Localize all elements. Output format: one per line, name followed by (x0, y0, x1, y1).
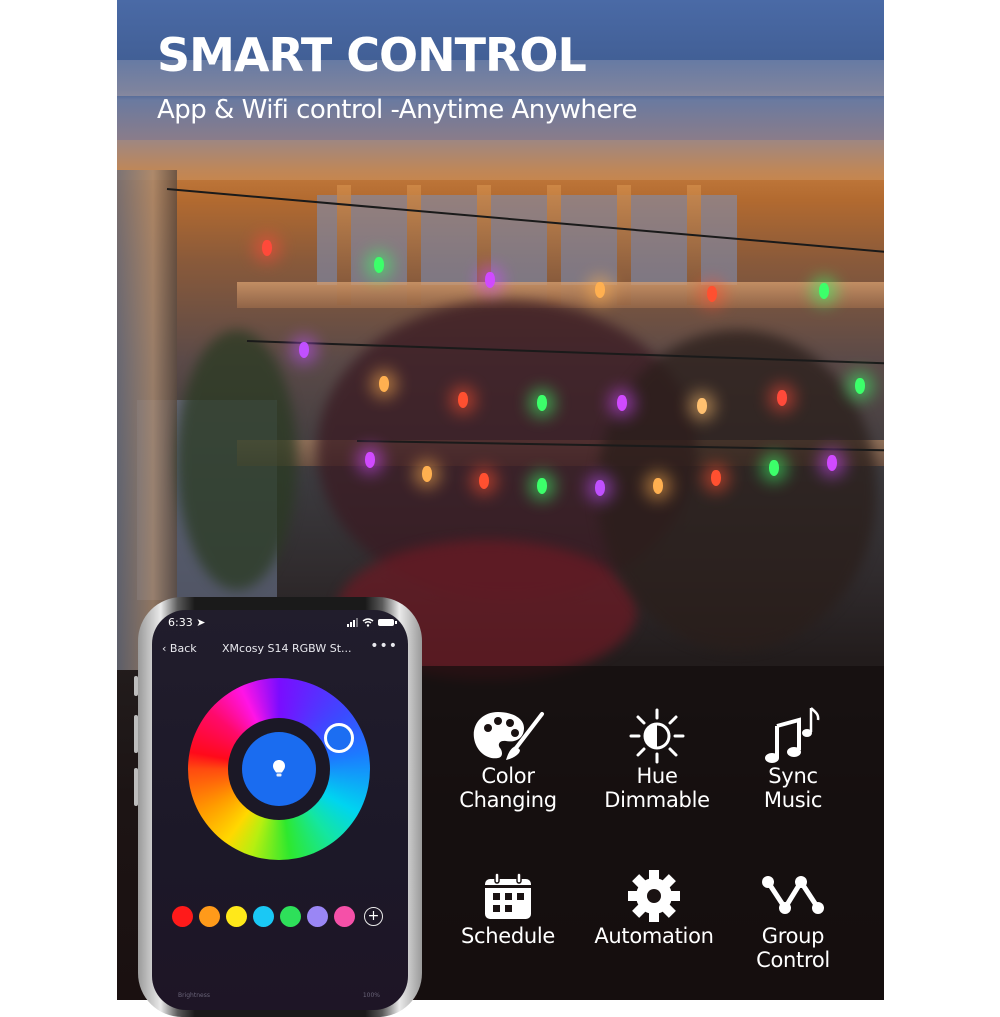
string-light-bulb (262, 240, 272, 256)
subheadline: App & Wifi control -Anytime Anywhere (157, 95, 637, 125)
palette-icon (473, 712, 544, 760)
color-swatch-yellow[interactable] (226, 906, 247, 927)
app-nav-bar: ‹ Back XMcosy S14 RGBW St... ••• (160, 638, 398, 660)
color-swatch-green[interactable] (280, 906, 301, 927)
color-swatch-red[interactable] (172, 906, 193, 927)
foliage (597, 330, 877, 650)
feature-sync-music: Sync Music (718, 707, 868, 812)
calendar-icon (485, 872, 531, 919)
string-light-bulb (595, 282, 605, 298)
device-title: XMcosy S14 RGBW St... (222, 642, 352, 655)
brightness-label: Brightness (178, 992, 210, 999)
color-swatch-orange[interactable] (199, 906, 220, 927)
feature-hue-dimmable: Hue Dimmable (582, 708, 732, 812)
color-swatch-sky-blue[interactable] (253, 906, 274, 927)
string-light-bulb (819, 283, 829, 299)
brightness-row: Brightness 100% (178, 992, 380, 999)
string-light-bulb (711, 470, 721, 486)
group-nodes-icon (762, 876, 824, 914)
string-light-bulb (479, 473, 489, 489)
wifi-icon (362, 618, 374, 627)
selected-color-preview[interactable] (242, 732, 316, 806)
string-light-bulb (299, 342, 309, 358)
feature-automation: Automation (579, 868, 729, 948)
pergola-beam (117, 140, 884, 180)
string-light-bulb (827, 455, 837, 471)
headline: SMART CONTROL (157, 28, 587, 82)
color-wheel[interactable] (188, 678, 370, 860)
color-picker-handle[interactable] (324, 723, 354, 753)
location-arrow-icon: ➤ (196, 616, 206, 629)
brightness-value: 100% (362, 992, 380, 999)
string-light-bulb (422, 466, 432, 482)
status-bar: 6:33 ➤ (168, 616, 397, 632)
string-light-bulb (537, 478, 547, 494)
string-light-bulb (617, 395, 627, 411)
feature-schedule: Schedule (433, 868, 583, 948)
string-light-bulb (707, 286, 717, 302)
string-light-bulb (769, 460, 779, 476)
string-light-bulb (374, 257, 384, 273)
gear-icon (628, 870, 680, 922)
add-swatch-button[interactable]: + (364, 907, 383, 926)
string-light-bulb (653, 478, 663, 494)
string-light-bulb (458, 392, 468, 408)
color-swatch-row: + (172, 906, 383, 927)
color-swatch-pink[interactable] (334, 906, 355, 927)
string-light-bulb (365, 452, 375, 468)
pergola-post (117, 170, 177, 670)
music-notes-icon (765, 707, 820, 763)
more-options-button[interactable]: ••• (370, 638, 398, 654)
battery-icon (378, 619, 397, 626)
string-light-bulb (379, 376, 389, 392)
feature-group-control: Group Control (718, 868, 868, 972)
pergola-crossbeam (237, 282, 884, 308)
string-light-bulb (855, 378, 865, 394)
status-time: 6:33 ➤ (168, 616, 206, 629)
feature-color-changing: Color Changing (433, 708, 583, 812)
brightness-icon (629, 708, 685, 764)
string-light-bulb (595, 480, 605, 496)
foliage (177, 330, 297, 590)
back-button[interactable]: ‹ Back (162, 642, 197, 655)
string-light-bulb (777, 390, 787, 406)
phone-screen: 6:33 ➤ ‹ Back XMcosy S14 RGBW St... ••• … (152, 610, 408, 1010)
string-light-bulb (697, 398, 707, 414)
signal-icon (347, 618, 358, 627)
lightbulb-icon (273, 760, 285, 777)
color-swatch-lavender[interactable] (307, 906, 328, 927)
string-light-bulb (537, 395, 547, 411)
string-light-bulb (485, 272, 495, 288)
